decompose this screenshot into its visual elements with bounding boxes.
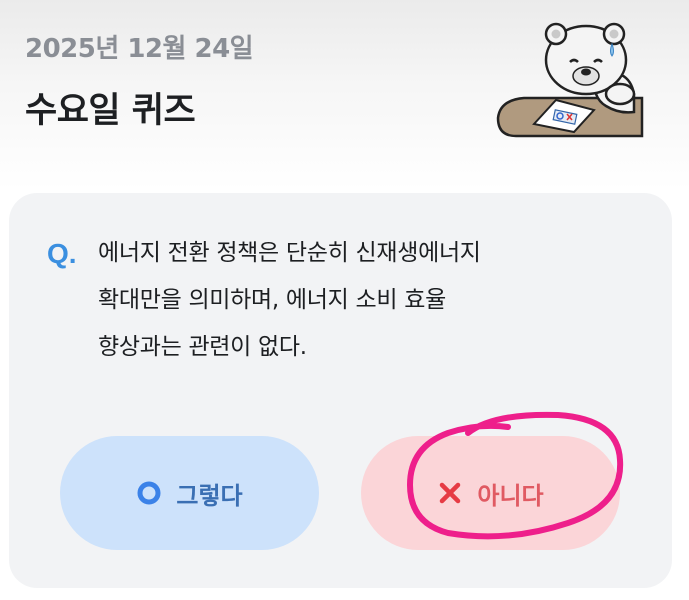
quiz-date: 2025년 12월 24일 xyxy=(25,34,254,64)
x-mark-icon xyxy=(440,482,461,504)
question-line: 확대만을 의미하며, 에너지 소비 효율 xyxy=(98,287,446,313)
answer-yes-button[interactable]: 그렇다 xyxy=(60,436,319,550)
page-title: 수요일 퀴즈 xyxy=(25,91,196,131)
answer-yes-label: 그렇다 xyxy=(176,481,243,510)
question-text: 에너지 전환 정책은 단순히 신재생에너지 확대만을 의미하며, 에너지 소비 … xyxy=(98,230,618,371)
answer-no-button[interactable]: 아니다 xyxy=(361,436,620,550)
question-marker: Q. xyxy=(47,238,77,269)
answer-no-label: 아니다 xyxy=(477,481,544,510)
question-line: 향상과는 관련이 없다. xyxy=(98,334,307,360)
circle-o-icon xyxy=(137,481,161,505)
bear-mascot-icon xyxy=(496,22,644,138)
question-line: 에너지 전환 정책은 단순히 신재생에너지 xyxy=(98,240,481,266)
